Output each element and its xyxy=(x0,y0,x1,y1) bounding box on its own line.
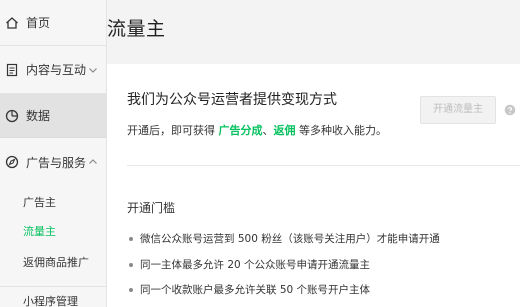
desc-separator: 、 xyxy=(262,124,274,137)
bullet-icon xyxy=(129,287,133,292)
divider xyxy=(127,165,520,166)
requirement-item: 同一主体最多允许 20 个公众账号申请开通流量主 xyxy=(129,257,370,272)
page-title: 流量主 xyxy=(107,18,166,40)
card-description: 开通后，即可获得 广告分成、返佣 等多种收入能力。 xyxy=(127,122,387,138)
sidebar-subitem-rebate-products[interactable]: 返佣商品推广 xyxy=(23,254,89,270)
sidebar-item-label: 广告与服务 xyxy=(26,155,87,170)
requirement-text: 同一个收款账户最多允许关联 50 个账号开户主体 xyxy=(140,284,371,296)
requirement-item: 微信公众账号运营到 500 粉丝（该账号关注用户）才能申请开通 xyxy=(129,231,440,246)
card-title: 我们为公众号运营者提供变现方式 xyxy=(127,92,337,108)
sidebar-item-label: 数据 xyxy=(26,109,51,123)
desc-highlight-ad-share: 广告分成 xyxy=(218,124,263,137)
main-card: 我们为公众号运营者提供变现方式 开通后，即可获得 广告分成、返佣 等多种收入能力… xyxy=(107,64,520,307)
sidebar: 首页 内容与互动 数据 广告与服务 广告主 流量主 返佣商品推广 小程序管理 xyxy=(0,0,107,307)
sidebar-item-ads[interactable]: 广告与服务 xyxy=(0,138,106,186)
pie-chart-icon xyxy=(4,108,20,124)
sidebar-item-content[interactable]: 内容与互动 xyxy=(0,46,106,94)
chevron-up-icon xyxy=(89,159,97,164)
compass-icon xyxy=(4,154,20,170)
desc-suffix: 等多种收入能力。 xyxy=(295,124,387,137)
sidebar-item-label: 内容与互动 xyxy=(26,63,87,77)
requirement-item: 同一个收款账户最多允许关联 50 个账号开户主体 xyxy=(129,282,370,297)
help-icon[interactable] xyxy=(504,104,516,116)
divider xyxy=(0,286,106,287)
document-icon xyxy=(4,62,20,78)
sidebar-item-home[interactable]: 首页 xyxy=(0,0,106,46)
bullet-icon xyxy=(129,236,133,241)
sidebar-subitem-mini-program[interactable]: 小程序管理 xyxy=(23,293,78,307)
sidebar-subitem-flow-owner[interactable]: 流量主 xyxy=(23,223,56,239)
sidebar-item-data[interactable]: 数据 xyxy=(0,94,106,138)
threshold-title: 开通门槛 xyxy=(127,201,176,215)
desc-highlight-rebate: 返佣 xyxy=(273,124,296,137)
bullet-icon xyxy=(129,262,133,267)
chevron-down-icon xyxy=(89,67,97,73)
sidebar-item-label: 首页 xyxy=(26,16,51,30)
home-icon xyxy=(4,15,20,31)
desc-prefix: 开通后，即可获得 xyxy=(127,124,219,137)
sidebar-subitem-advertiser[interactable]: 广告主 xyxy=(23,194,56,210)
open-flow-owner-button[interactable]: 开通流量主 xyxy=(420,96,496,124)
requirement-text: 同一主体最多允许 20 个公众账号申请开通流量主 xyxy=(140,259,371,271)
requirement-text: 微信公众账号运营到 500 粉丝（该账号关注用户）才能申请开通 xyxy=(140,233,440,245)
